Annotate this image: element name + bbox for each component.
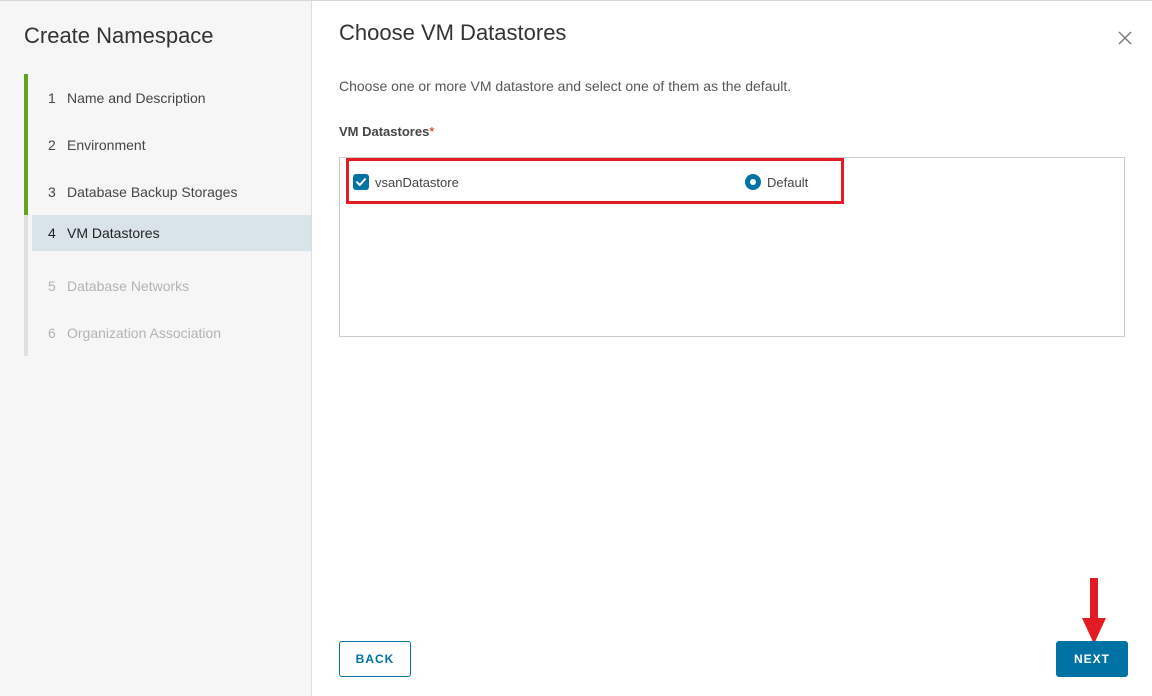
step-number: 1	[48, 89, 56, 106]
step-label: VM Datastores	[67, 225, 160, 241]
page-title: Choose VM Datastores	[339, 20, 567, 45]
step-progress-bar	[24, 74, 28, 121]
wizard-sidebar: Create Namespace 1 Name and Description …	[0, 1, 312, 696]
page-description: Choose one or more VM datastore and sele…	[339, 78, 792, 94]
checkmark-icon	[356, 178, 366, 186]
step-label: Environment	[67, 136, 146, 153]
step-label: Organization Association	[67, 324, 222, 341]
field-label-text: VM Datastores	[339, 124, 430, 139]
step-number: 3	[48, 183, 56, 200]
step-organization-association: 6 Organization Association	[24, 309, 311, 356]
step-number: 5	[48, 277, 56, 294]
arrow-down-icon	[1082, 578, 1106, 644]
datastore-name: vsanDatastore	[375, 175, 459, 190]
wizard-steps: 1 Name and Description 2 Environment 3 D…	[24, 74, 311, 356]
step-number: 4	[48, 225, 56, 241]
datastore-list: vsanDatastore Default	[339, 157, 1125, 337]
step-progress-bar	[24, 262, 28, 309]
step-number: 6	[48, 324, 56, 341]
step-progress-bar	[24, 168, 28, 215]
step-database-networks: 5 Database Networks	[24, 262, 311, 309]
step-label: Database Networks	[67, 277, 190, 294]
wizard-content: Choose VM Datastores Choose one or more …	[312, 1, 1152, 696]
step-number: 2	[48, 136, 56, 153]
step-progress-bar	[24, 309, 28, 356]
next-button[interactable]: NEXT	[1056, 641, 1128, 677]
step-environment[interactable]: 2 Environment	[24, 121, 311, 168]
step-label: Name and Description	[67, 89, 206, 106]
create-namespace-wizard: Create Namespace 1 Name and Description …	[0, 0, 1152, 696]
step-database-backup-storages[interactable]: 3 Database Backup Storages	[24, 168, 311, 215]
back-button[interactable]: BACK	[339, 641, 411, 677]
default-radio-label[interactable]: Default	[767, 175, 808, 190]
close-icon[interactable]	[1116, 29, 1134, 47]
step-name-and-description[interactable]: 1 Name and Description	[24, 74, 311, 121]
step-vm-datastores[interactable]: 4 VM Datastores	[24, 215, 311, 262]
datastore-row: vsanDatastore Default	[346, 158, 844, 204]
step-progress-bar	[24, 121, 28, 168]
default-radio[interactable]	[745, 174, 761, 190]
step-label: Database Backup Storages	[67, 183, 238, 200]
datastore-checkbox[interactable]	[353, 174, 369, 190]
step-progress-bar	[24, 215, 28, 262]
vm-datastores-label: VM Datastores*	[339, 124, 434, 139]
wizard-title: Create Namespace	[24, 23, 214, 48]
required-marker: *	[429, 124, 435, 139]
